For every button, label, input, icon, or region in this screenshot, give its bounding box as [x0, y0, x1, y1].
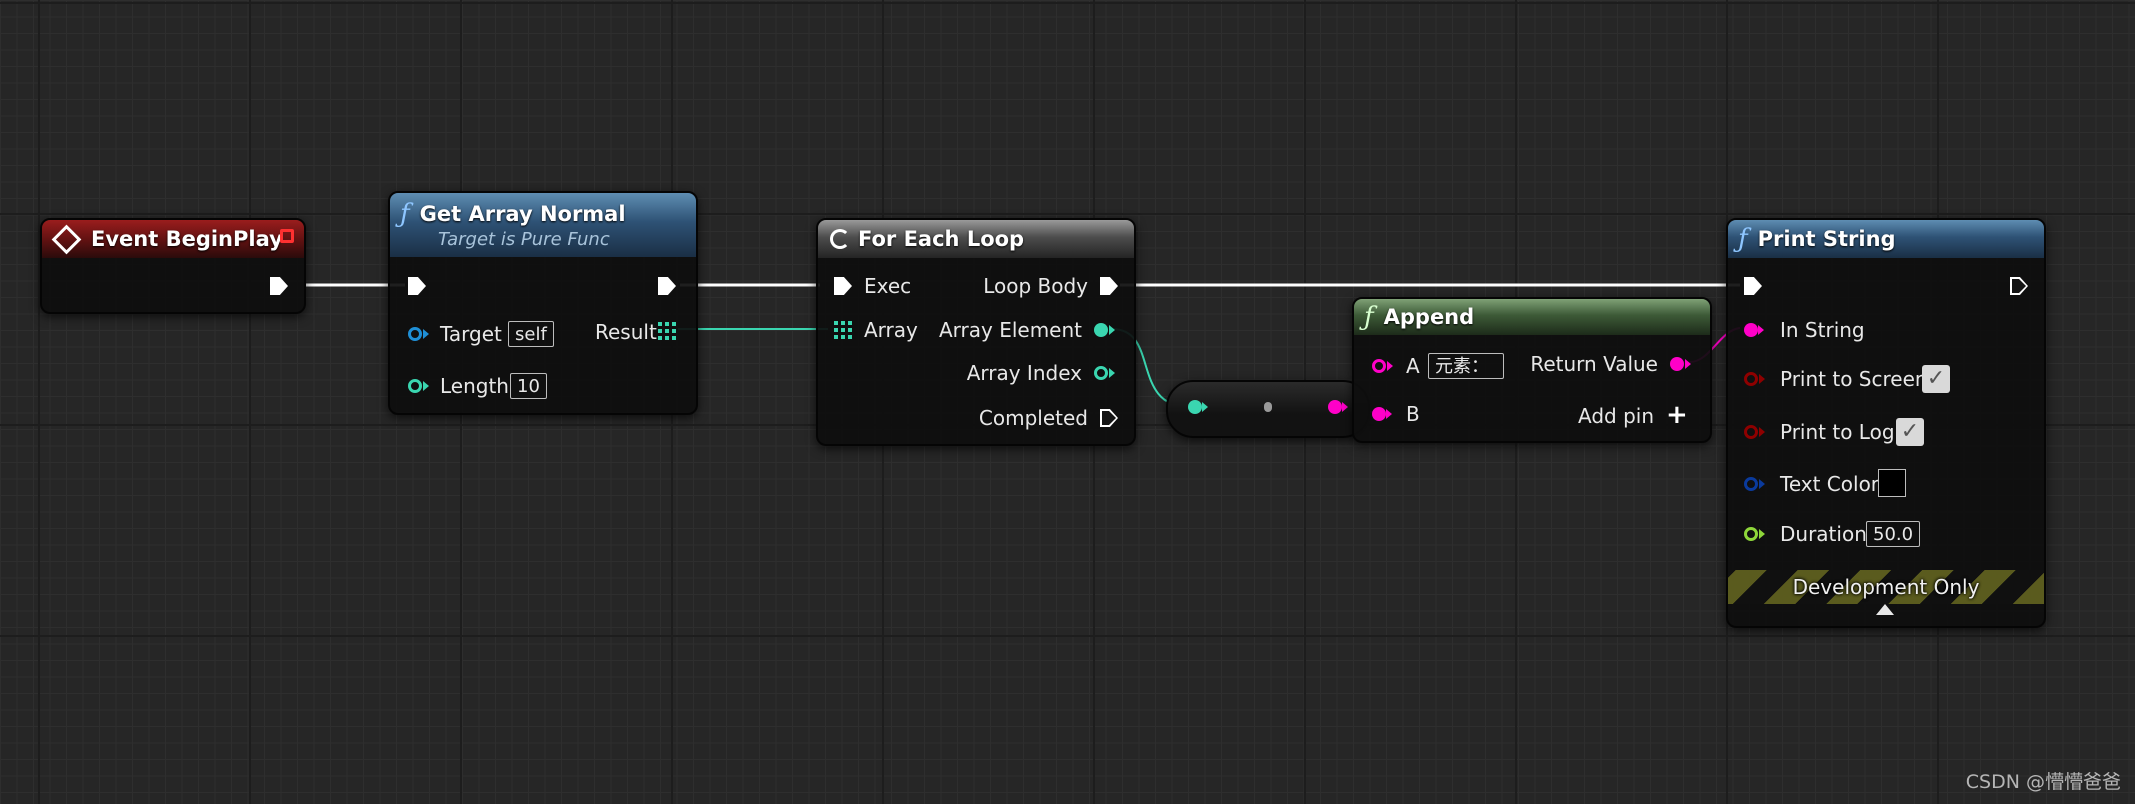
function-icon: ƒ — [1364, 302, 1374, 332]
for-each-loop-title: For Each Loop — [858, 227, 1025, 251]
print-to-log-pin[interactable] — [1744, 425, 1758, 439]
b-label: B — [1406, 402, 1420, 426]
exec-in-pin[interactable] — [834, 277, 852, 295]
return-value-label: Return Value — [1530, 352, 1658, 376]
loop-body-exec-pin[interactable] — [1100, 277, 1118, 295]
exec-out-pin[interactable] — [270, 277, 288, 295]
in-string-pin-arrow — [1758, 325, 1764, 335]
function-icon: ƒ — [1738, 224, 1748, 254]
result-label: Result — [595, 320, 657, 344]
collapse-arrow-icon[interactable] — [1876, 604, 1894, 615]
completed-label: Completed — [978, 406, 1088, 430]
exec-in-pin[interactable] — [408, 277, 426, 295]
get-array-normal-header[interactable]: ƒ Get Array Normal Target is Pure Func — [390, 193, 696, 257]
b-pin-arrow — [1386, 409, 1392, 419]
array-index-pin-arrow — [1109, 368, 1115, 378]
get-array-normal-subtitle: Target is Pure Func — [438, 228, 610, 250]
array-index-label: Array Index — [966, 361, 1082, 385]
watermark: CSDN @懵懵爸爸 — [1965, 771, 2121, 793]
print-string-header[interactable]: ƒ Print String — [1728, 220, 2044, 258]
loop-body-label: Loop Body — [983, 274, 1088, 298]
development-only-label: Development Only — [1792, 575, 1980, 599]
text-color-swatch[interactable] — [1878, 469, 1906, 497]
b-pin[interactable] — [1372, 407, 1386, 421]
a-pin[interactable] — [1372, 359, 1386, 373]
print-to-log-pin-arrow — [1759, 427, 1765, 437]
text-color-pin-arrow — [1759, 479, 1765, 489]
event-beginplay-title: Event BeginPlay — [91, 227, 283, 251]
duration-label: Duration — [1780, 522, 1867, 546]
target-pin[interactable] — [408, 327, 422, 341]
target-value-field[interactable]: self — [508, 321, 554, 347]
function-icon: ƒ — [400, 198, 410, 229]
array-in-pin[interactable] — [834, 321, 852, 339]
result-array-pin[interactable] — [658, 322, 676, 340]
text-color-label: Text Color — [1780, 472, 1880, 496]
length-value-field[interactable]: 10 — [510, 373, 547, 399]
conversion-node[interactable] — [1166, 380, 1370, 438]
duration-pin[interactable] — [1744, 527, 1758, 541]
completed-exec-pin[interactable] — [1100, 409, 1118, 427]
get-array-normal-title: Get Array Normal — [419, 201, 626, 226]
array-element-pin[interactable] — [1094, 323, 1108, 337]
a-pin-arrow — [1387, 361, 1393, 371]
length-pin-arrow — [423, 381, 429, 391]
event-beginplay-node[interactable]: Event BeginPlay — [40, 218, 306, 314]
print-to-log-label: Print to Log — [1780, 420, 1895, 444]
print-to-screen-checkbox[interactable]: ✓ — [1922, 365, 1950, 393]
print-to-screen-pin-arrow — [1759, 374, 1765, 384]
exec-out-pin[interactable] — [658, 277, 676, 295]
conversion-out-pin[interactable] — [1328, 400, 1342, 414]
event-diamond-icon — [51, 224, 82, 254]
duration-value-field[interactable]: 50.0 — [1866, 521, 1921, 547]
array-index-pin[interactable] — [1094, 366, 1108, 380]
in-string-pin[interactable] — [1744, 323, 1758, 337]
a-label: A — [1406, 354, 1420, 378]
conversion-in-pin[interactable] — [1188, 400, 1202, 414]
return-value-pin-arrow — [1685, 359, 1691, 369]
for-each-loop-header[interactable]: For Each Loop — [818, 220, 1134, 258]
loop-icon — [830, 229, 850, 249]
array-element-label: Array Element — [938, 318, 1082, 342]
append-header[interactable]: ƒ Append — [1354, 299, 1710, 335]
length-label: Length — [440, 374, 509, 398]
print-string-node[interactable]: ƒ Print String In String Print to Screen… — [1726, 218, 2046, 628]
print-to-screen-label: Print to Screen — [1780, 367, 1928, 391]
print-string-title: Print String — [1757, 227, 1896, 251]
print-to-screen-pin[interactable] — [1744, 372, 1758, 386]
target-pin-arrow — [423, 329, 429, 339]
conversion-in-pin-arrow — [1202, 402, 1208, 412]
exec-in-pin[interactable] — [1744, 277, 1762, 295]
for-each-loop-node[interactable]: For Each Loop Exec Loop Body Array Array… — [816, 218, 1136, 446]
duration-pin-arrow — [1759, 529, 1765, 539]
target-label: Target — [440, 322, 502, 346]
append-node[interactable]: ƒ Append A 元素： Return Value B Add pin + — [1352, 297, 1712, 443]
append-title: Append — [1383, 305, 1475, 329]
conversion-out-pin-arrow — [1342, 402, 1348, 412]
in-string-label: In String — [1780, 318, 1865, 342]
length-pin[interactable] — [408, 379, 422, 393]
get-array-normal-node[interactable]: ƒ Get Array Normal Target is Pure Func T… — [388, 191, 698, 415]
event-beginplay-header[interactable]: Event BeginPlay — [42, 220, 304, 258]
array-element-pin-arrow — [1109, 325, 1115, 335]
return-value-pin[interactable] — [1670, 357, 1684, 371]
add-pin-plus-icon[interactable]: + — [1666, 402, 1688, 428]
array-label: Array — [864, 318, 918, 342]
text-color-pin[interactable] — [1744, 477, 1758, 491]
exec-label: Exec — [864, 274, 912, 298]
delegate-pin-icon[interactable] — [280, 229, 294, 243]
a-value-field[interactable]: 元素： — [1428, 353, 1504, 379]
print-to-log-checkbox[interactable]: ✓ — [1896, 418, 1924, 446]
conversion-dot-icon — [1264, 402, 1272, 412]
exec-out-pin[interactable] — [2010, 277, 2028, 295]
add-pin-label[interactable]: Add pin — [1578, 404, 1654, 428]
